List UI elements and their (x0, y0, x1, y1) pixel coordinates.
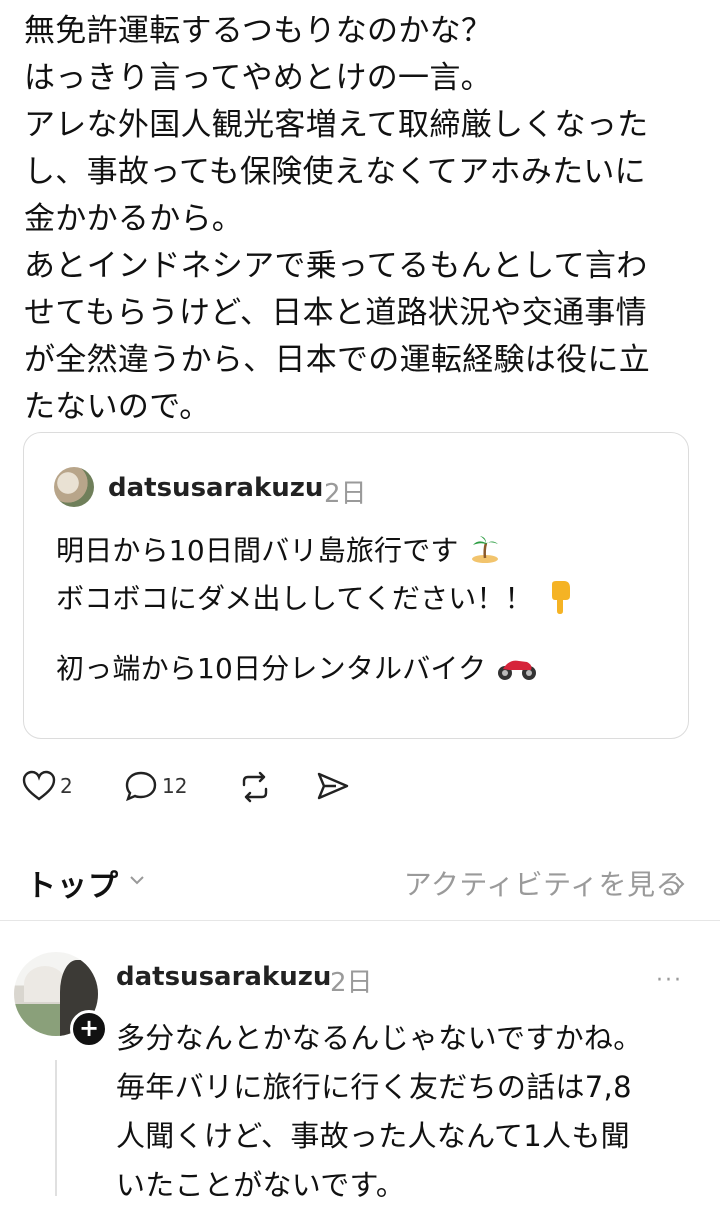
reply-username[interactable]: datsusarakuzu (116, 962, 331, 992)
palm-island-emoji-icon (470, 534, 500, 571)
quoted-text-2: ボコボコにダメ出ししてください！！ (56, 582, 533, 615)
quoted-avatar[interactable] (54, 467, 94, 507)
post-line: あとインドネシアで乗ってるもんとして言わ (24, 248, 648, 284)
quoted-username[interactable]: datsusarakuzu (108, 473, 323, 503)
repost-button[interactable] (238, 770, 272, 804)
thread-line (55, 1060, 57, 1196)
follow-plus-icon[interactable]: + (70, 1010, 108, 1048)
chevron-down-icon[interactable] (128, 873, 146, 887)
post-line: 金かかるから。 (24, 201, 244, 237)
quoted-text-3: 初っ端から10日分レンタルバイク (56, 652, 487, 685)
divider (0, 920, 720, 921)
post-line: せてもらうけど、日本と道路状況や交通事情 (24, 295, 647, 331)
reply-body: 多分なんとかなるんじゃないですかね。 毎年バリに旅行に行く友だちの話は7,8 人… (116, 1014, 643, 1210)
send-icon (317, 772, 349, 800)
post-line: 無免許運転するつもりなのかな？ (24, 13, 493, 49)
repost-icon (242, 771, 268, 803)
motorcycle-emoji-icon (497, 653, 537, 688)
chevron-right-icon[interactable] (672, 874, 686, 894)
quoted-line-3: 初っ端から10日分レンタルバイク (56, 647, 537, 688)
post-line: アレな外国人観光客増えて取締厳しくなった (24, 107, 649, 143)
post-line: たないので。 (24, 389, 211, 425)
reply-count: 12 (162, 774, 188, 798)
more-options-icon[interactable]: ··· (656, 968, 683, 993)
post-line: はっきり言ってやめとけの一言。 (24, 60, 492, 96)
post-line: が全然違うから、日本での運転経験は役に立 (24, 342, 650, 378)
reply-line: 多分なんとかなるんじゃないですかね。 (116, 1021, 643, 1055)
share-button[interactable] (316, 770, 350, 802)
sort-bar: トップ アクティビティを見る (0, 855, 720, 910)
view-activity-link[interactable]: アクティビティを見る (404, 863, 684, 903)
reply-line: いたことがないです。 (116, 1168, 406, 1202)
quoted-line-1: 明日から10日間バリ島旅行です (56, 529, 500, 571)
reply-timestamp: 2日 (330, 968, 373, 998)
quoted-text-1: 明日から10日間バリ島旅行です (56, 534, 459, 567)
reply-line: 人聞くけど、事故った人なんて1人も聞 (116, 1119, 630, 1153)
quoted-line-2: ボコボコにダメ出ししてください！！ (56, 577, 574, 621)
pointing-down-emoji-icon (544, 580, 574, 621)
post-line: し、事故っても保険使えなくてアホみたいに (24, 154, 646, 190)
reply-button[interactable]: 12 (124, 770, 187, 802)
heart-icon (22, 770, 56, 801)
quoted-timestamp: 2日 (324, 479, 367, 509)
like-count: 2 (60, 774, 73, 798)
speech-bubble-icon (125, 771, 157, 802)
quoted-post-card[interactable]: datsusarakuzu 2日 明日から10日間バリ島旅行です ボコボコにダメ… (23, 432, 689, 739)
reply-line: 毎年バリに旅行に行く友だちの話は7,8 (116, 1070, 632, 1104)
sort-top-button[interactable]: トップ (26, 861, 119, 905)
post-body: 無免許運転するつもりなのかな？ はっきり言ってやめとけの一言。 アレな外国人観光… (24, 8, 704, 431)
like-button[interactable]: 2 (22, 770, 73, 802)
